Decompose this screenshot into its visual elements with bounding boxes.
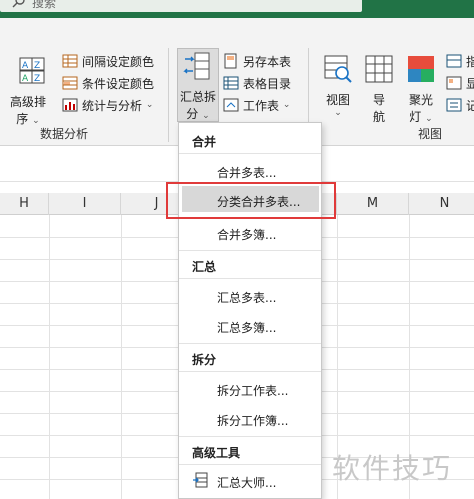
- svg-text:A: A: [22, 61, 29, 71]
- menu-separator: [179, 343, 321, 344]
- chevron-down-icon: ⌄: [282, 100, 291, 110]
- table-grid-icon: [62, 76, 78, 90]
- chevron-down-icon: ⌄: [334, 108, 342, 118]
- summary-master-icon: [193, 472, 208, 488]
- sort-az-icon: A Z Z A: [19, 57, 45, 84]
- table-directory-label: 表格目录: [243, 76, 292, 91]
- save-doc-icon: [224, 53, 237, 69]
- save-sheet-button[interactable]: 另存本表: [223, 51, 291, 71]
- menu-separator: [179, 250, 321, 251]
- stats-analysis-label: 统计与分析: [82, 98, 143, 113]
- record-button[interactable]: 记: [446, 95, 474, 115]
- data-analysis-group-label: 数据分析: [40, 127, 89, 141]
- column-header-h[interactable]: H: [0, 193, 49, 215]
- highlight-annotation-box: [166, 182, 336, 219]
- pin-button[interactable]: 指: [446, 51, 474, 71]
- table-list-icon: [223, 76, 239, 90]
- condition-color-button[interactable]: 条件设定颜色: [62, 73, 154, 93]
- advanced-sort-button[interactable]: A Z Z A 高级排 序 ⌄: [8, 56, 48, 127]
- table-directory-button[interactable]: 表格目录: [223, 73, 291, 93]
- search-icon: [12, 0, 25, 8]
- column-header-m[interactable]: M: [337, 193, 409, 215]
- spotlight-label-2: 灯 ⌄: [409, 110, 433, 124]
- interval-color-button[interactable]: 间隔设定颜色: [62, 51, 154, 71]
- worksheet-button[interactable]: 工作表 ⌄: [223, 95, 290, 115]
- magnifier-sheet-icon: [324, 55, 352, 83]
- pin-icon: [446, 54, 462, 68]
- menu-item-summary-master[interactable]: 汇总大师...: [217, 474, 317, 491]
- menu-section-summary: 汇总: [192, 260, 217, 274]
- column-header-i[interactable]: I: [49, 193, 121, 215]
- record-icon: [446, 98, 462, 112]
- navigation-label-1: 导: [372, 93, 385, 107]
- menu-separator: [179, 278, 321, 279]
- record-label: 记: [466, 98, 474, 113]
- search-placeholder: 搜索: [32, 0, 57, 10]
- menu-separator: [179, 464, 321, 465]
- menu-item-merge-sheets[interactable]: 合并多表...: [217, 164, 317, 181]
- column-header-n[interactable]: N: [409, 193, 474, 215]
- menu-item-summary-sheets[interactable]: 汇总多表...: [217, 289, 317, 306]
- svg-text:A: A: [22, 74, 29, 84]
- stats-table-icon: [62, 98, 78, 112]
- view-group-label: 视图: [418, 127, 443, 141]
- menu-section-split: 拆分: [192, 353, 217, 367]
- search-box[interactable]: 搜索: [0, 0, 362, 12]
- group-separator: [168, 48, 169, 142]
- summary-split-button[interactable]: 汇总拆 分 ⌄: [177, 48, 219, 122]
- spotlight-label-1: 聚光: [408, 93, 433, 107]
- menu-separator: [179, 153, 321, 154]
- spotlight-button[interactable]: 聚光 灯 ⌄: [403, 54, 439, 125]
- menu-section-merge: 合并: [192, 135, 217, 149]
- pin-label: 指: [466, 54, 474, 69]
- menu-item-summary-workbooks[interactable]: 汇总多簿...: [217, 319, 317, 336]
- menu-item-split-workbook[interactable]: 拆分工作簿...: [217, 412, 317, 429]
- interval-color-label: 间隔设定颜色: [82, 54, 155, 69]
- worksheet-icon: [223, 98, 239, 112]
- display-button[interactable]: 显: [446, 73, 474, 93]
- save-sheet-label: 另存本表: [243, 54, 292, 69]
- summary-split-menu: 合并 合并多表... 分类合并多表... 合并多簿... 汇总 汇总多表... …: [178, 122, 322, 499]
- display-icon: [446, 76, 462, 90]
- grid-nav-icon: [365, 55, 393, 83]
- chevron-down-icon: ⌄: [145, 100, 154, 110]
- summary-split-label-2: 分 ⌄: [186, 107, 210, 121]
- condition-color-label: 条件设定颜色: [82, 76, 155, 91]
- menu-section-advanced-tools: 高级工具: [192, 446, 241, 460]
- navigation-label-2: 航: [372, 110, 385, 124]
- menu-item-split-worksheet[interactable]: 拆分工作表...: [217, 382, 317, 399]
- navigation-button[interactable]: 导 航: [362, 54, 396, 125]
- svg-text:Z: Z: [34, 74, 40, 84]
- watermark-text: 软件技巧: [332, 452, 453, 485]
- sort-label-1: 高级排: [9, 95, 46, 109]
- display-label: 显: [466, 76, 474, 91]
- view-label: 视图: [325, 93, 350, 107]
- spotlight-grid-icon: [408, 56, 434, 82]
- summary-split-label-1: 汇总拆: [179, 90, 216, 104]
- split-merge-icon: [183, 52, 210, 80]
- menu-separator: [179, 371, 321, 372]
- svg-text:Z: Z: [34, 61, 40, 71]
- title-bar: 搜索: [0, 0, 474, 18]
- view-button[interactable]: 视图 ⌄: [320, 54, 356, 118]
- menu-separator: [179, 436, 321, 437]
- menu-item-merge-workbooks[interactable]: 合并多簿...: [217, 226, 317, 243]
- table-grid-icon: [62, 54, 78, 68]
- worksheet-label: 工作表: [243, 98, 280, 113]
- stats-analysis-button[interactable]: 统计与分析 ⌄: [62, 95, 153, 115]
